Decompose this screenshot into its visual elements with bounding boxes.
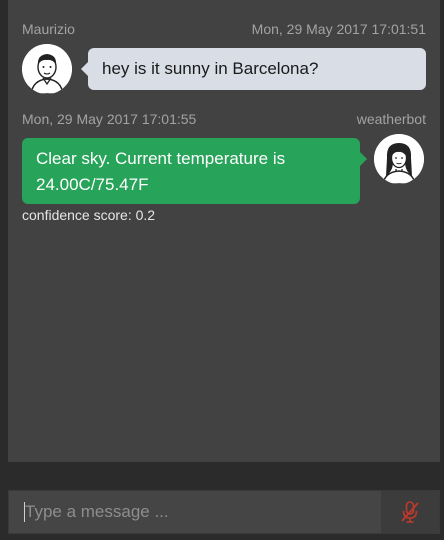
user-message-text: hey is it sunny in Barcelona? (102, 59, 319, 78)
chat-panel: Maurizio Mon, 29 May 2017 17:01:51 hey i… (8, 0, 440, 462)
man-avatar-icon (22, 44, 72, 94)
message-composer (8, 490, 440, 534)
message-timestamp: Mon, 29 May 2017 17:01:55 (22, 111, 197, 127)
text-caret (24, 502, 25, 522)
bot-message-bubble: Clear sky. Current temperature is 24.00C… (22, 138, 367, 204)
bot-message-text-line: Clear sky. Current temperature is (36, 149, 286, 168)
message-input[interactable] (9, 491, 381, 533)
message-sender: Maurizio (22, 21, 75, 37)
confidence-score: confidence score: 0.2 (22, 207, 156, 223)
message-timestamp: Mon, 29 May 2017 17:01:51 (251, 21, 426, 37)
message-sender: weatherbot (356, 111, 426, 127)
user-message-bubble: hey is it sunny in Barcelona? (81, 48, 426, 90)
bot-message-text-line: 24.00C/75.47F (36, 175, 149, 194)
mic-button[interactable] (381, 491, 439, 533)
woman-avatar-icon (374, 134, 424, 184)
mic-off-icon (401, 501, 419, 523)
